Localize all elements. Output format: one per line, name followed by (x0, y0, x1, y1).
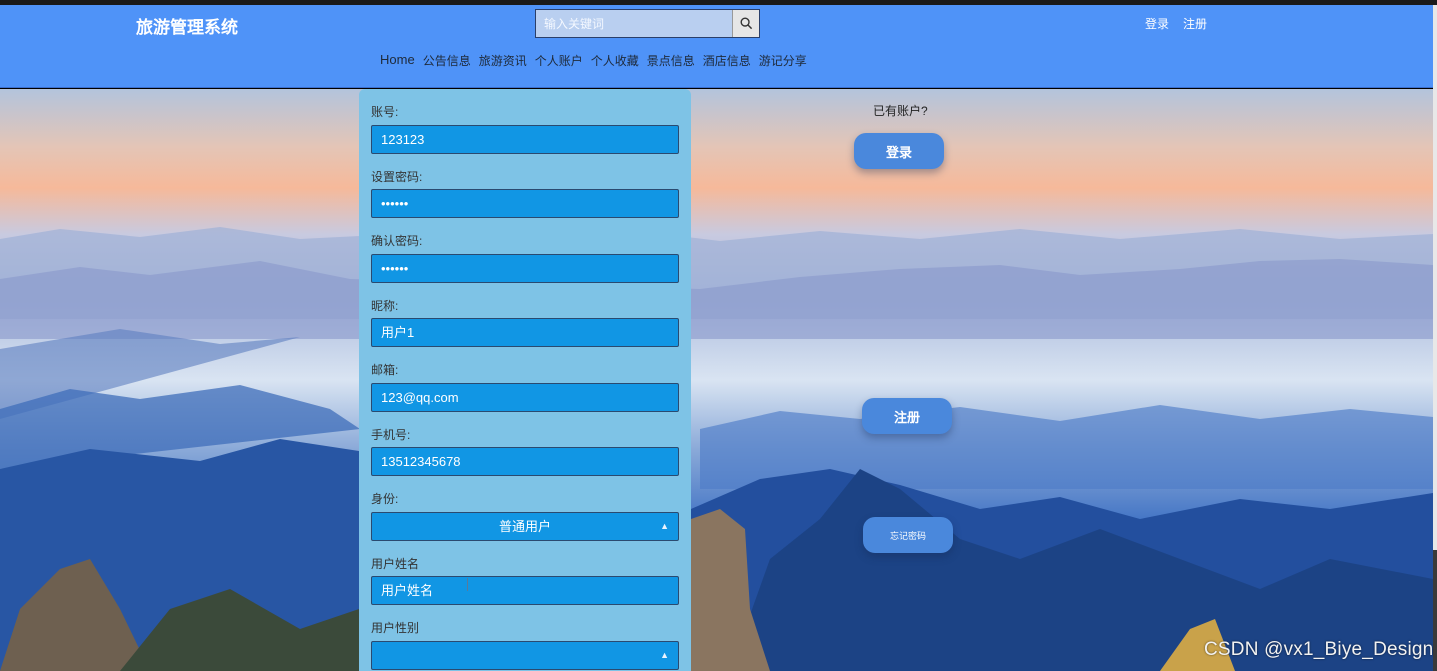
nav-home[interactable]: Home (380, 52, 415, 69)
nav-favorites[interactable]: 个人收藏 (591, 52, 639, 69)
role-select-value: 普通用户 (498, 519, 551, 534)
register-link[interactable]: 注册 (1183, 15, 1207, 32)
forgot-password-button[interactable]: 忘记密码 (863, 517, 953, 553)
register-button[interactable]: 注册 (862, 398, 952, 434)
role-label: 身份: (371, 492, 399, 506)
login-link[interactable]: 登录 (1145, 15, 1169, 32)
site-brand[interactable]: 旅游管理系统 (136, 13, 238, 38)
password-label: 设置密码: (371, 170, 423, 184)
account-input[interactable]: 123123 (371, 125, 679, 154)
have-account-text: 已有账户? (873, 104, 928, 118)
email-label: 邮箱: (371, 363, 399, 377)
scrollbar[interactable] (1433, 5, 1437, 671)
confirm-password-label: 确认密码: (371, 234, 423, 248)
nav-hotels[interactable]: 酒店信息 (703, 52, 751, 69)
search-button[interactable] (732, 10, 759, 37)
gender-select[interactable]: ▲︎ (371, 641, 679, 670)
nav-travel-notes[interactable]: 游记分享 (759, 52, 807, 69)
scrollbar-thumb[interactable] (1433, 5, 1437, 550)
nickname-input[interactable]: 用户1 (371, 318, 679, 347)
nav-announcements[interactable]: 公告信息 (423, 52, 471, 69)
nav-account[interactable]: 个人账户 (535, 52, 583, 69)
real-name-label: 用户姓名 (371, 557, 420, 571)
main-nav: Home 公告信息 旅游资讯 个人账户 个人收藏 景点信息 酒店信息 游记分享 (380, 52, 807, 69)
confirm-password-input[interactable]: •••••• (371, 254, 679, 283)
select-arrows-icon: ▲︎ (660, 650, 669, 660)
watermark: CSDN @vx1_Biye_Design (1204, 639, 1434, 660)
background-mountain-image (0, 89, 1433, 671)
phone-input[interactable]: 13512345678 (371, 447, 679, 476)
register-form: 账号: 123123 设置密码: •••••• 确认密码: •••••• 昵称:… (359, 89, 691, 671)
search-input[interactable] (536, 10, 733, 37)
phone-label: 手机号: (371, 428, 411, 442)
mountain-illustration (0, 227, 1433, 671)
nickname-label: 昵称: (371, 299, 399, 313)
select-arrows-icon: ▲︎ (660, 521, 669, 531)
search-icon (740, 17, 752, 30)
password-input[interactable]: •••••• (371, 189, 679, 218)
site-header: 旅游管理系统 登录 注册 Home 公告信息 旅游资讯 个人账户 个人收藏 景点… (0, 5, 1433, 88)
account-label: 账号: (371, 105, 399, 119)
gender-label: 用户性别 (371, 621, 420, 635)
auth-links: 登录 注册 (1145, 15, 1207, 32)
nav-attractions[interactable]: 景点信息 (647, 52, 695, 69)
nav-travel-news[interactable]: 旅游资讯 (479, 52, 527, 69)
search-box (535, 9, 760, 38)
text-cursor (467, 578, 468, 591)
login-button[interactable]: 登录 (854, 133, 944, 169)
role-select[interactable]: 普通用户 ▲︎ (371, 512, 679, 541)
email-input[interactable]: 123@qq.com (371, 383, 679, 412)
real-name-input[interactable]: 用户姓名 (371, 576, 679, 605)
